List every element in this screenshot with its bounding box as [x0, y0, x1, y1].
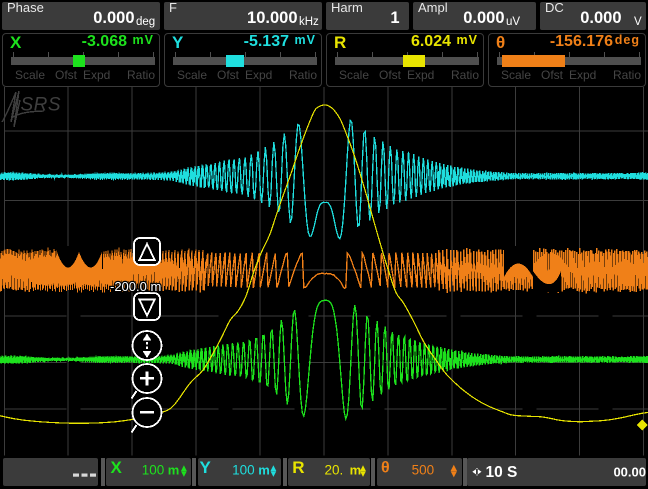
svg-text:10 S: 10 S	[486, 464, 518, 481]
svg-text:R: R	[292, 458, 304, 477]
svg-text:m: m	[258, 463, 270, 478]
svg-text:SRS: SRS	[21, 95, 62, 116]
svg-text:θ: θ	[381, 460, 390, 477]
svg-text:500: 500	[412, 463, 435, 478]
svg-text:-200.0 m: -200.0 m	[110, 279, 161, 294]
svg-text:m: m	[350, 463, 362, 478]
svg-text:100: 100	[142, 463, 165, 478]
svg-text:00.00: 00.00	[613, 465, 646, 480]
svg-text:100: 100	[232, 463, 255, 478]
svg-text:m: m	[168, 463, 180, 478]
svg-text:20.: 20.	[325, 463, 344, 478]
svg-text:X: X	[111, 458, 123, 477]
svg-text:Y: Y	[200, 458, 212, 477]
